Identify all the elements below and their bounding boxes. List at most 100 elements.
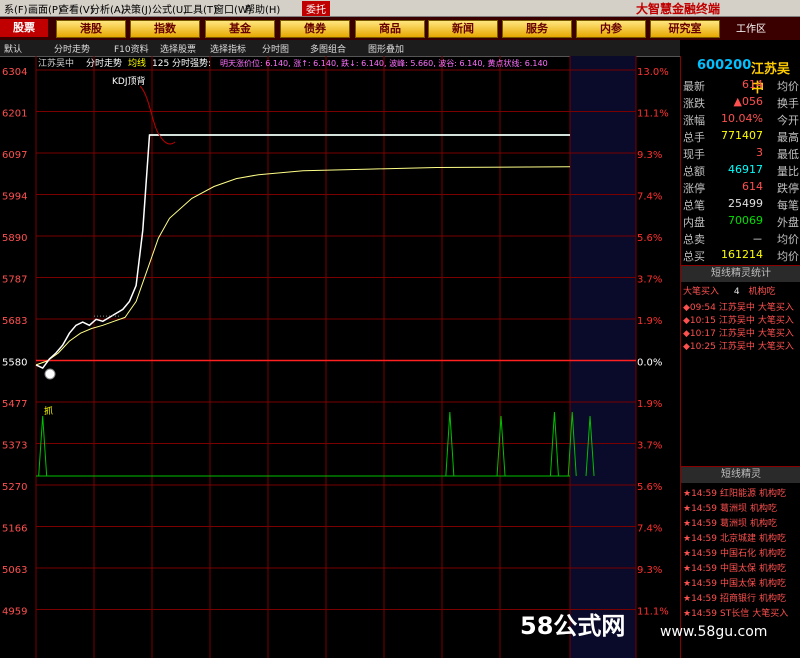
quote-label-right: 换手 [777, 97, 799, 110]
watermark-logo: 58公式网 [520, 612, 626, 640]
smiley-icon [44, 368, 56, 380]
signal-row[interactable]: ★14:59 葛洲坝 机构吃 [683, 501, 777, 514]
signal-row[interactable]: ◆10:17 江苏吴中 大笔买入 [683, 326, 794, 339]
toolbar-item[interactable]: 图形叠加 [368, 42, 404, 55]
toolbar-item[interactable]: 默认 [4, 42, 22, 55]
nav-button[interactable]: 服务 [502, 20, 572, 38]
chart-toolbar: 默认 分时走势 F10资料 选择股票 选择指标 分时图 多图组合 图形叠加 [0, 40, 680, 57]
signal-row[interactable]: ★14:59 中国太保 机构吃 [683, 561, 786, 574]
pct-tick: 9.3% [637, 150, 662, 161]
nav-button[interactable]: 新闻 [428, 20, 498, 38]
quote-label: 涨跌 [683, 97, 705, 110]
signal-row[interactable]: ◆09:54 江苏吴中 大笔买入 [683, 300, 794, 313]
toolbar-item[interactable]: 选择指标 [210, 42, 246, 55]
menu-item[interactable]: 系(F) [4, 1, 28, 16]
signal-row[interactable]: ◆10:15 江苏吴中 大笔买入 [683, 313, 794, 326]
signal-stats-header[interactable]: 短线精灵统计 [681, 265, 800, 282]
signal-row[interactable]: ★14:59 招商银行 机构吃 [683, 591, 786, 604]
chart-stock-name: 江苏吴中 [38, 57, 74, 69]
signal-row[interactable]: ★14:59 北京城建 机构吃 [683, 531, 786, 544]
quote-row: 总额 46917 量比 [681, 163, 800, 180]
menu-item[interactable]: 查看(V) [59, 1, 94, 16]
quote-value: 614 [742, 78, 763, 91]
signal-row[interactable]: ★14:59 葛洲坝 机构吃 [683, 516, 777, 529]
signal-row[interactable]: ★14:59 红阳能源 机构吃 [683, 486, 786, 499]
quote-label-right: 最高 [777, 131, 799, 144]
quote-row: 涨停 614 跌停 [681, 180, 800, 197]
quote-row: 总卖 － 均价 [681, 231, 800, 248]
menu-item[interactable]: 决策(J) [121, 1, 152, 16]
price-line [35, 134, 570, 370]
intraday-chart: 6304 6201 6097 5994 5890 5787 5683 5580 5477 5373… [2, 56, 669, 658]
nav-button[interactable]: 债券 [280, 20, 350, 38]
quote-label-right: 每笔 [777, 199, 799, 212]
watermark-url: www.58gu.com [660, 624, 768, 640]
quote-label-right: 均价 [777, 233, 799, 246]
avg-price-line [35, 166, 571, 366]
quote-title: 600200 江苏吴中 [681, 58, 800, 96]
pct-tick: 1.9% [637, 316, 662, 327]
signal-row[interactable]: ★14:59 中国太保 机构吃 [683, 576, 786, 589]
price-tick: 6201 [2, 109, 27, 120]
stock-code: 600200 [697, 58, 752, 73]
quote-value: ▲056 [733, 95, 763, 108]
price-tick: 5166 [2, 524, 27, 535]
nav-button[interactable]: 指数 [130, 20, 200, 38]
toolbar-item[interactable]: 多图组合 [310, 42, 346, 55]
nav-button[interactable]: 港股 [56, 20, 126, 38]
price-tick: 5270 [2, 482, 27, 493]
menu-item[interactable]: 分析(A) [90, 1, 125, 16]
pct-tick: 7.4% [637, 524, 662, 535]
quote-label: 涨停 [683, 182, 705, 195]
quote-value: 25499 [728, 197, 763, 210]
menu-order-entry[interactable]: 委托 [302, 1, 330, 16]
toolbar-item[interactable]: 分时走势 [54, 42, 90, 55]
pct-tick: 9.3% [637, 565, 662, 576]
pct-tick: 11.1% [637, 607, 669, 618]
menu-item[interactable]: 工具(T) [183, 1, 217, 16]
quote-row: 总笔 25499 每笔 [681, 197, 800, 214]
quote-label: 总买 [683, 250, 705, 263]
price-tick: 5063 [2, 565, 27, 576]
quote-row: 涨幅 10.04% 今开 [681, 112, 800, 129]
menu-item[interactable]: 画面(P) [28, 1, 62, 16]
signal-stats-row: 大笔买入 4 机构吃 [683, 287, 776, 297]
quote-label: 总笔 [683, 199, 705, 212]
quote-row: 现手 3 最低 [681, 146, 800, 163]
quote-value: 614 [742, 180, 763, 193]
price-tick: 5787 [2, 275, 27, 286]
pct-tick: 5.6% [637, 233, 662, 244]
quote-value: 70069 [728, 214, 763, 227]
quote-panel: 600200 江苏吴中 最新 614 均价 涨跌 ▲056 换手 涨幅 10.04% 今开 总手 7… [680, 56, 800, 658]
menu-item[interactable]: 公式(U) [152, 1, 187, 16]
toolbar-item[interactable]: F10资料 [114, 42, 149, 55]
quote-label: 内盘 [683, 216, 705, 229]
signal-list-header[interactable]: 短线精灵 [681, 466, 800, 483]
quote-value: 10.04% [721, 112, 763, 125]
quote-value: 46917 [728, 163, 763, 176]
signal-row[interactable]: ★14:59 中国石化 机构吃 [683, 546, 786, 559]
nav-stock-tab[interactable]: 股票 [0, 19, 48, 37]
quote-label: 总额 [683, 165, 705, 178]
quote-label-right: 均价 [777, 80, 799, 93]
price-tick: 5890 [2, 233, 27, 244]
signal-row[interactable]: ★14:59 ST长信 大笔买入 [683, 606, 788, 619]
workspace-label[interactable]: 工作区 [736, 20, 766, 35]
menu-item[interactable]: 帮助(H) [245, 1, 280, 16]
toolbar-item[interactable]: 选择股票 [160, 42, 196, 55]
quote-label: 最新 [683, 80, 705, 93]
nav-button[interactable]: 内参 [576, 20, 646, 38]
toolbar-item[interactable]: 分时图 [262, 42, 289, 55]
price-tick: 5994 [2, 192, 27, 203]
quote-label: 涨幅 [683, 114, 705, 127]
strength-label: 分时强势: [172, 57, 211, 69]
signal-row[interactable]: ◆10:25 江苏吴中 大笔买入 [683, 339, 794, 352]
quote-label-right: 均价 [777, 250, 799, 263]
nav-button[interactable]: 基金 [205, 20, 275, 38]
quote-value: － [752, 233, 763, 246]
quote-label: 现手 [683, 148, 705, 161]
nav-button[interactable]: 研究室 [650, 20, 720, 38]
price-tick: 6097 [2, 150, 27, 161]
pct-tick: 1.9% [637, 399, 662, 410]
nav-button[interactable]: 商品 [355, 20, 425, 38]
